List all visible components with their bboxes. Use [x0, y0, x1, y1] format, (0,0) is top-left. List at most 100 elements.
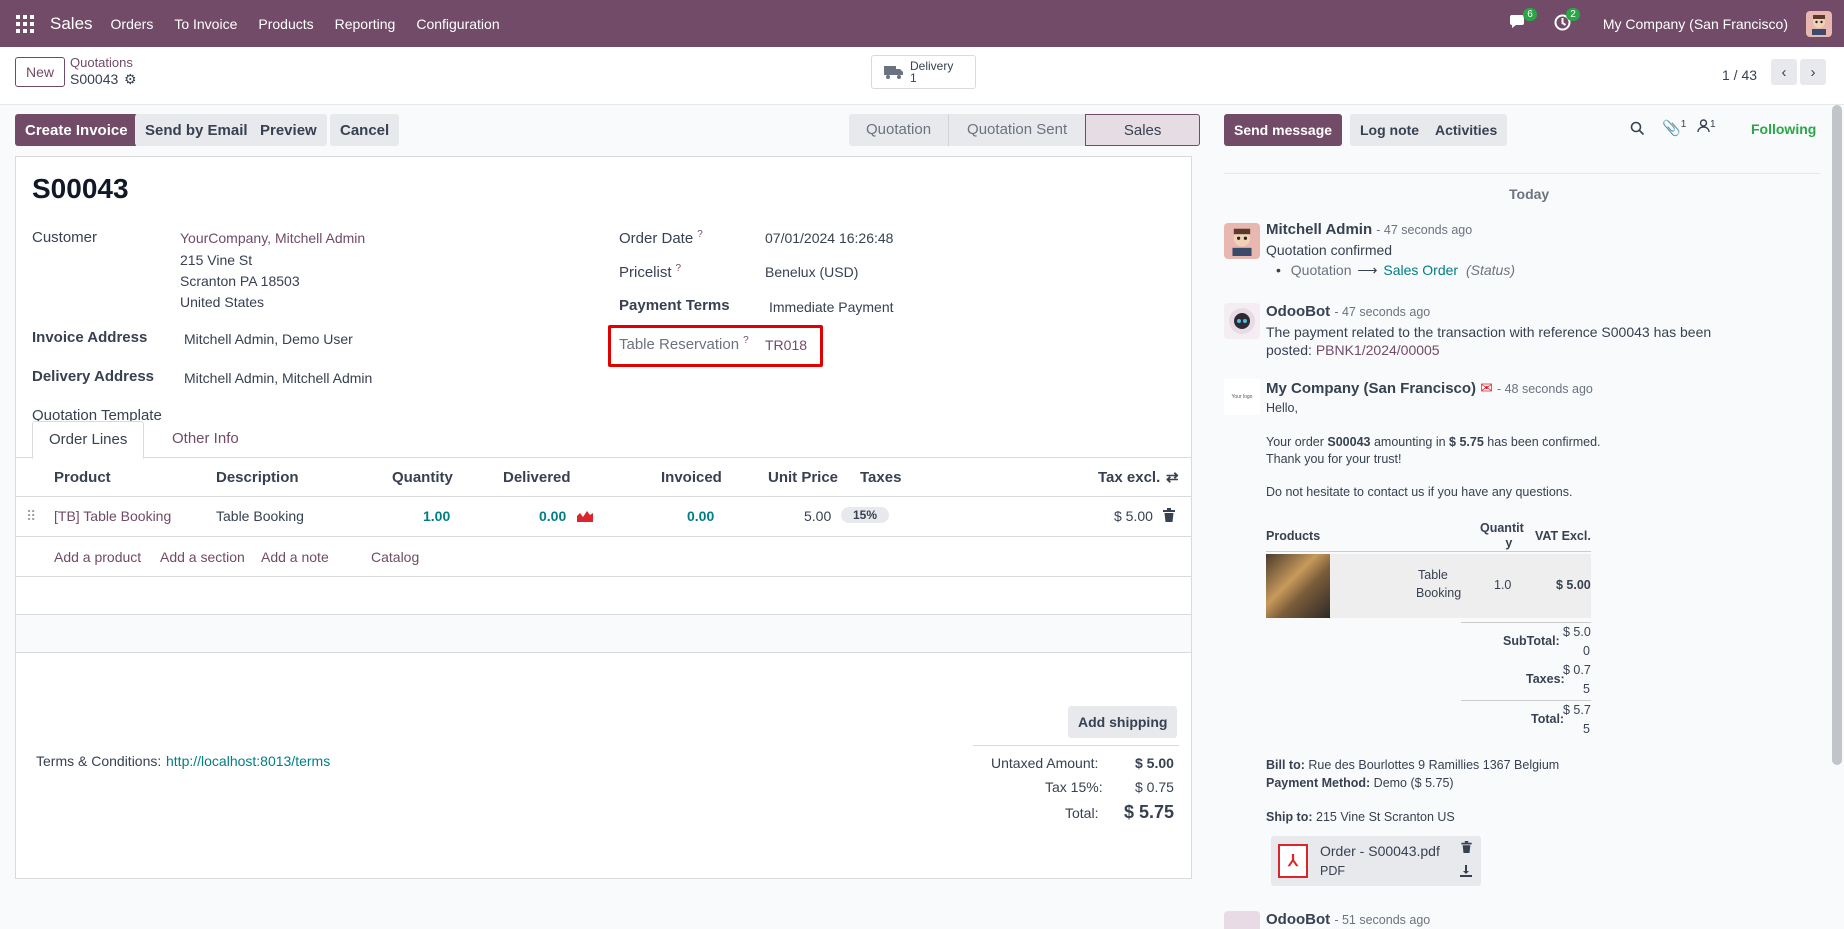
pager-next-button[interactable]: ›: [1800, 59, 1826, 85]
customer-address-line2: Scranton PA 18503: [180, 273, 300, 289]
stage-quotation[interactable]: Quotation: [849, 114, 949, 146]
app-name[interactable]: Sales: [50, 14, 93, 34]
col-description[interactable]: Description: [216, 469, 299, 486]
cancel-button[interactable]: Cancel: [330, 114, 400, 146]
message-author[interactable]: Mitchell Admin: [1266, 221, 1372, 238]
row-description[interactable]: Table Booking: [216, 508, 304, 524]
apps-menu-icon[interactable]: [0, 14, 50, 33]
status-bar: Quotation Quotation Sent Sales Order: [849, 114, 1201, 171]
pricelist-label: Pricelist?: [619, 263, 682, 281]
tab-order-lines[interactable]: Order Lines: [32, 421, 145, 459]
add-section-link[interactable]: Add a section: [160, 549, 245, 565]
add-shipping-button[interactable]: Add shipping: [1068, 706, 1178, 738]
order-date-label: Order Date?: [619, 229, 703, 247]
optional-columns-icon[interactable]: ⇄: [1166, 468, 1179, 486]
menu-orders[interactable]: Orders: [111, 16, 154, 32]
row-delivered[interactable]: 0.00: [539, 508, 566, 524]
pager-previous-button[interactable]: ‹: [1771, 59, 1797, 85]
message-author[interactable]: OdooBot: [1266, 303, 1330, 320]
payment-terms-field[interactable]: Immediate Payment: [769, 299, 894, 315]
forecast-chart-icon[interactable]: [577, 508, 593, 525]
gear-icon[interactable]: ⚙: [124, 71, 137, 88]
control-panel: New Quotations S00043 ⚙ Delivery 1 1 / 4…: [0, 47, 1844, 105]
email-thanks: Thank you for your trust!: [1266, 452, 1402, 466]
add-product-link[interactable]: Add a product: [54, 549, 141, 565]
add-note-link[interactable]: Add a note: [261, 549, 329, 565]
trash-icon[interactable]: [1163, 508, 1175, 525]
row-unit-price[interactable]: 5.00: [804, 508, 831, 524]
col-unit-price[interactable]: Unit Price: [768, 469, 838, 486]
download-icon[interactable]: [1460, 865, 1472, 880]
company-switcher[interactable]: My Company (San Francisco): [1603, 16, 1788, 32]
customer-field[interactable]: YourCompany, Mitchell Admin: [180, 230, 365, 246]
email-col-vat: VAT Excl.: [1535, 529, 1591, 543]
order-name: S00043: [32, 173, 129, 204]
attachment-card[interactable]: ⅄ Order - S00043.pdf PDF: [1271, 836, 1481, 886]
new-button[interactable]: New: [15, 57, 66, 87]
menu-reporting[interactable]: Reporting: [335, 16, 396, 32]
activities-button[interactable]: Activities: [1425, 114, 1508, 146]
customer-address-line3: United States: [180, 294, 265, 310]
log-note-button[interactable]: Log note: [1350, 114, 1430, 146]
table-reservation-field[interactable]: TR018: [765, 337, 807, 353]
drag-handle-icon[interactable]: ⠿: [26, 508, 36, 525]
avatar[interactable]: [1224, 223, 1260, 259]
delivery-address-field[interactable]: Mitchell Admin, Mitchell Admin: [184, 370, 372, 386]
pager-value[interactable]: 1 / 43: [1722, 67, 1757, 83]
user-avatar[interactable]: [1806, 10, 1832, 37]
send-by-email-button[interactable]: Send by Email: [135, 114, 258, 146]
attachment-delete-icon[interactable]: [1461, 841, 1472, 856]
message-author[interactable]: OdooBot: [1266, 911, 1330, 928]
menu-products[interactable]: Products: [258, 16, 313, 32]
avatar[interactable]: [1224, 911, 1260, 929]
preview-button[interactable]: Preview: [250, 114, 327, 146]
paperclip-icon[interactable]: 📎1: [1662, 119, 1686, 137]
scrollbar[interactable]: [1832, 105, 1842, 765]
row-product[interactable]: [TB] Table Booking: [54, 508, 171, 524]
payment-terms-label: Payment Terms: [619, 297, 730, 314]
invoice-address-field[interactable]: Mitchell Admin, Demo User: [184, 331, 353, 347]
empty-row: [16, 577, 1191, 615]
message-author[interactable]: My Company (San Francisco): [1266, 380, 1476, 397]
avatar[interactable]: [1224, 303, 1260, 339]
col-delivered[interactable]: Delivered: [503, 469, 571, 486]
activity-clock-icon[interactable]: 2: [1554, 7, 1580, 34]
attachment-name[interactable]: Order - S00043.pdf: [1320, 843, 1440, 859]
col-taxes[interactable]: Taxes: [860, 469, 901, 486]
message-body: The payment related to the transaction w…: [1266, 324, 1712, 340]
following-button[interactable]: Following: [1751, 121, 1816, 137]
col-tax-excl[interactable]: Tax excl.: [1098, 469, 1160, 486]
envelope-icon: ✉: [1480, 380, 1493, 397]
activity-badge: 2: [1566, 7, 1580, 21]
row-tax-badge[interactable]: 15%: [841, 507, 890, 523]
send-message-button[interactable]: Send message: [1224, 114, 1343, 146]
breadcrumb-quotations[interactable]: Quotations: [70, 55, 133, 70]
col-invoiced[interactable]: Invoiced: [661, 469, 722, 486]
catalog-link[interactable]: Catalog: [371, 549, 419, 565]
breadcrumb-current: S00043: [70, 71, 119, 87]
col-quantity[interactable]: Quantity: [392, 469, 453, 486]
followers-icon[interactable]: 1: [1697, 119, 1716, 137]
table-row[interactable]: ⠿ [TB] Table Booking Table Booking 1.00 …: [16, 497, 1191, 537]
top-navbar: Sales Orders To Invoice Products Reporti…: [0, 0, 1844, 47]
payment-reference-link[interactable]: PBNK1/2024/00005: [1316, 342, 1440, 358]
terms-link[interactable]: http://localhost:8013/terms: [166, 753, 330, 769]
stage-quotation-sent[interactable]: Quotation Sent: [948, 114, 1086, 146]
menu-to-invoice[interactable]: To Invoice: [174, 16, 237, 32]
menu-configuration[interactable]: Configuration: [416, 16, 499, 32]
pricelist-field[interactable]: Benelux (USD): [765, 264, 858, 280]
search-icon[interactable]: [1630, 121, 1645, 139]
create-invoice-button[interactable]: Create Invoice: [15, 114, 138, 146]
col-product[interactable]: Product: [54, 469, 111, 486]
tab-other-info[interactable]: Other Info: [156, 421, 255, 457]
messages-icon[interactable]: 6: [1509, 8, 1537, 33]
message: My Company (San Francisco) ✉ - 48 second…: [1266, 379, 1816, 886]
row-invoiced[interactable]: 0.00: [687, 508, 714, 524]
stage-sales-order[interactable]: Sales Order: [1085, 114, 1201, 171]
tax-label: Tax 15%:: [1045, 779, 1103, 795]
empty-row: [16, 615, 1191, 653]
row-quantity[interactable]: 1.00: [423, 508, 450, 524]
order-date-field[interactable]: 07/01/2024 16:26:48: [765, 230, 893, 246]
message: OdooBot - 47 seconds ago The payment rel…: [1266, 303, 1816, 358]
delivery-smart-button[interactable]: Delivery 1: [871, 55, 976, 89]
